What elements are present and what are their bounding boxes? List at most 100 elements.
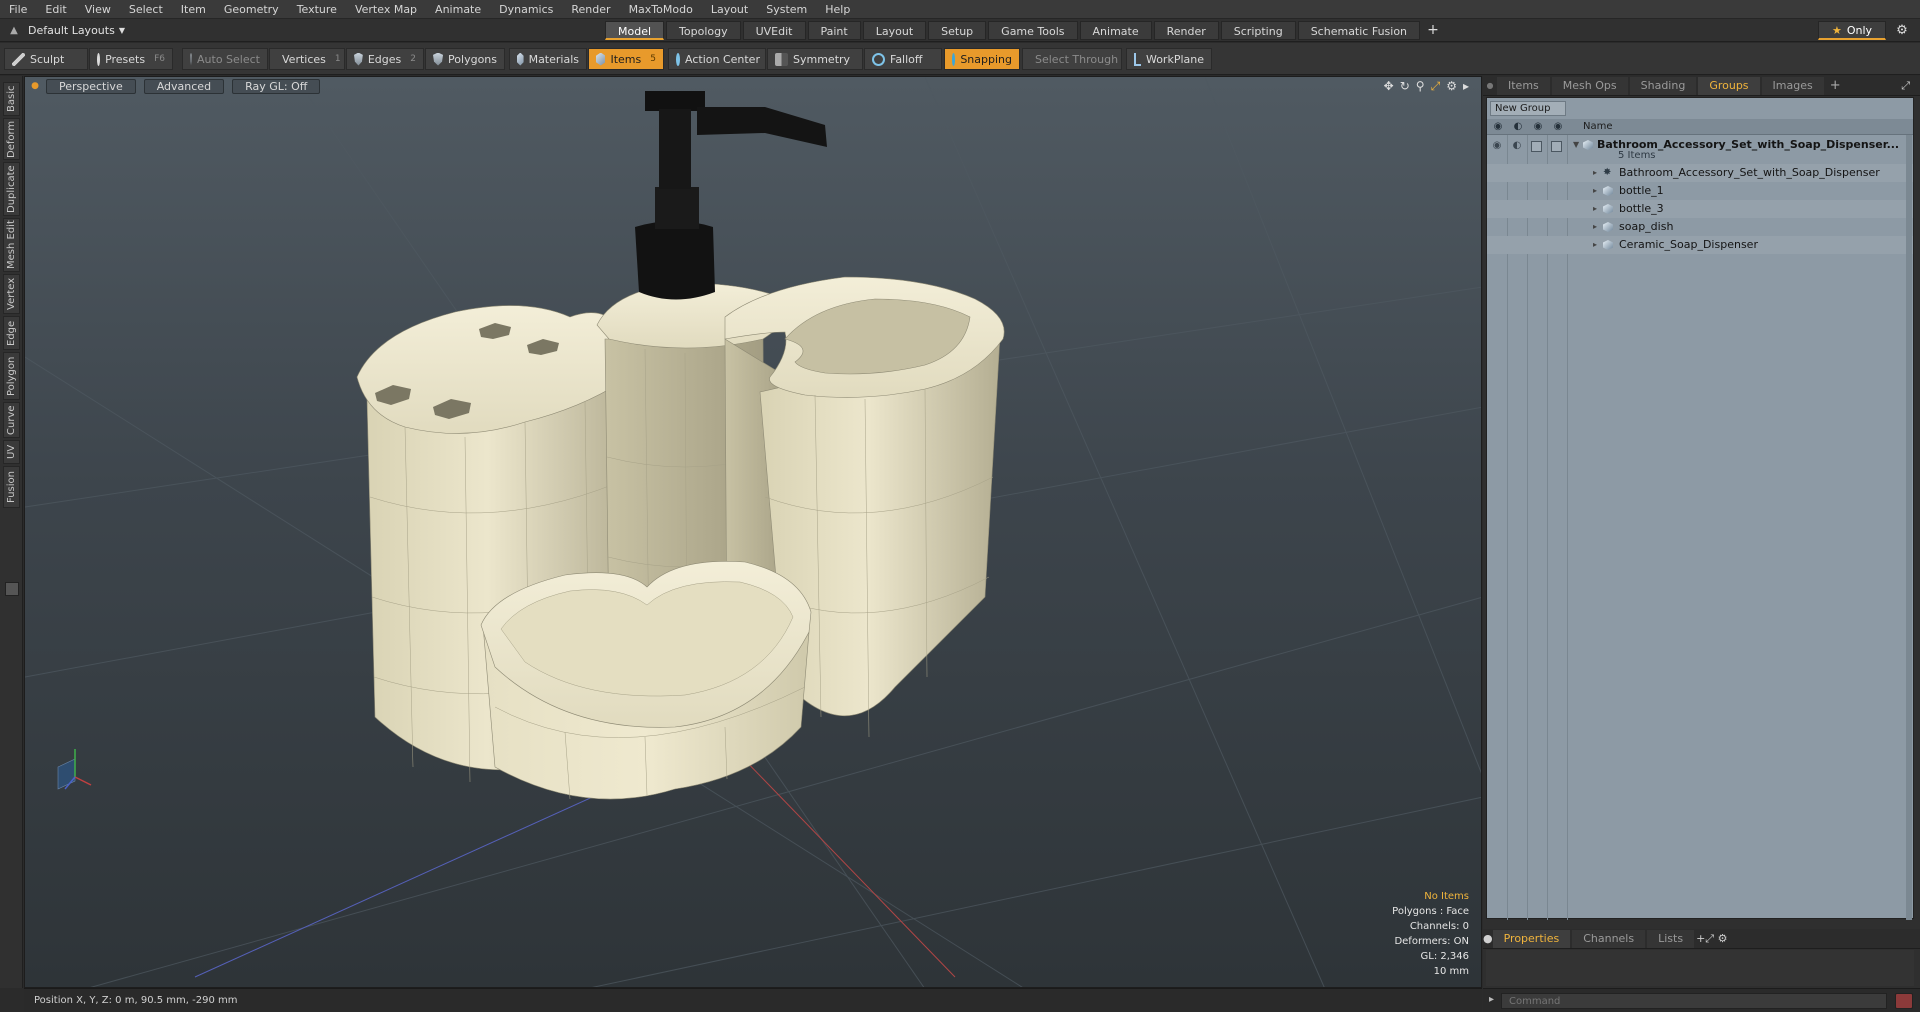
tab-topology[interactable]: Topology (666, 21, 741, 40)
menu-animate[interactable]: Animate (426, 0, 490, 19)
tab-scripting[interactable]: Scripting (1220, 21, 1296, 40)
add-properties-tab-icon[interactable]: + (1696, 932, 1705, 945)
menu-render[interactable]: Render (562, 0, 619, 19)
menu-dynamics[interactable]: Dynamics (490, 0, 562, 19)
tab-groups[interactable]: Groups (1698, 76, 1760, 95)
list-item[interactable]: ▸ bottle_1 (1487, 182, 1913, 200)
tab-deform[interactable]: Deform (3, 118, 20, 160)
add-panel-tab-icon[interactable]: + (1830, 78, 1841, 93)
properties-menu-icon[interactable]: ● (1483, 932, 1493, 945)
workplane-button[interactable]: WorkPlane (1126, 48, 1212, 70)
sculpt-button[interactable]: Sculpt (4, 48, 88, 70)
only-toggle-button[interactable]: ★ Only (1818, 21, 1886, 40)
tab-fusion[interactable]: Fusion (3, 466, 20, 508)
tab-render[interactable]: Render (1153, 21, 1219, 40)
tab-uvedit[interactable]: UVEdit (742, 21, 806, 40)
menu-view[interactable]: View (76, 0, 120, 19)
layout-collapse-icon[interactable]: ▲ (0, 25, 28, 36)
new-group-button[interactable]: New Group (1490, 101, 1566, 116)
expand-item-icon[interactable]: ▸ (1593, 164, 1597, 182)
render-header-icon[interactable]: ◐ (1511, 119, 1525, 135)
name-column-header[interactable]: Name (1583, 119, 1613, 135)
tab-model[interactable]: Model (605, 21, 665, 40)
tab-duplicate[interactable]: Duplicate (3, 162, 20, 216)
layout-selector[interactable]: ▲ Default Layouts ▼ (0, 19, 125, 42)
tab-images[interactable]: Images (1761, 76, 1824, 95)
menu-geometry[interactable]: Geometry (215, 0, 288, 19)
strip-expand-icon[interactable] (5, 582, 19, 596)
menu-edit[interactable]: Edit (36, 0, 75, 19)
tab-curve[interactable]: Curve (3, 402, 20, 438)
select-checkbox[interactable] (1551, 141, 1562, 152)
tab-uv[interactable]: UV (3, 440, 20, 464)
tab-basic[interactable]: Basic (3, 82, 20, 116)
tab-animate[interactable]: Animate (1079, 21, 1152, 40)
tab-polygon[interactable]: Polygon (3, 352, 20, 400)
lock-checkbox[interactable] (1531, 141, 1542, 152)
tab-layout[interactable]: Layout (862, 21, 927, 40)
group-row[interactable]: ◉ ◐ ▼ Bathroom_Accessory_Set_with_Soap_D… (1487, 136, 1913, 164)
command-history-icon[interactable]: ▸ (1489, 994, 1494, 1005)
command-run-button[interactable] (1895, 993, 1913, 1009)
soap-dish[interactable] (480, 561, 812, 800)
list-scrollbar[interactable] (1906, 135, 1912, 920)
scene-render[interactable] (25, 77, 1482, 988)
tab-mesh-ops[interactable]: Mesh Ops (1551, 76, 1628, 95)
add-tab-icon[interactable]: + (1422, 21, 1444, 40)
menu-help[interactable]: Help (816, 0, 859, 19)
expand-item-icon[interactable]: ▸ (1593, 218, 1597, 236)
expand-icon[interactable]: ⤢ (1901, 79, 1910, 93)
properties-expand-icon[interactable]: ⤢ ⚙ (1705, 932, 1727, 946)
menu-file[interactable]: File (0, 0, 36, 19)
menu-item[interactable]: Item (172, 0, 215, 19)
render-icon[interactable]: ◐ (1511, 140, 1523, 152)
shading-mode-button[interactable]: Advanced (143, 78, 225, 94)
lock-header-icon[interactable]: ◉ (1531, 119, 1545, 135)
vertices-button[interactable]: Vertices 1 (269, 48, 345, 70)
tab-lists[interactable]: Lists (1647, 929, 1695, 948)
presets-button[interactable]: Presets F6 (89, 48, 173, 70)
items-button[interactable]: Items 5 (588, 48, 664, 70)
tab-items[interactable]: Items (1497, 76, 1550, 95)
list-item[interactable]: ▸ bottle_3 (1487, 200, 1913, 218)
menu-select[interactable]: Select (120, 0, 172, 19)
viewport-settings-icon[interactable]: ⚙ (1446, 79, 1457, 94)
tab-properties[interactable]: Properties (1492, 929, 1571, 948)
symmetry-button[interactable]: Symmetry (767, 48, 863, 70)
rotate-icon[interactable]: ↻ (1400, 79, 1410, 94)
menu-layout[interactable]: Layout (702, 0, 757, 19)
edges-button[interactable]: Edges 2 (346, 48, 424, 70)
command-input[interactable] (1501, 993, 1887, 1009)
collapse-icon[interactable]: ▼ (1573, 136, 1579, 154)
list-item[interactable]: ▸ soap_dish (1487, 218, 1913, 236)
viewport-expand-icon[interactable]: ▸ (1463, 79, 1469, 94)
eye-icon[interactable]: ◉ (1491, 140, 1503, 152)
panel-menu-icon[interactable]: ● (1483, 81, 1497, 90)
expand-item-icon[interactable]: ▸ (1593, 182, 1597, 200)
view-type-button[interactable]: Perspective (46, 78, 136, 94)
menu-system[interactable]: System (757, 0, 816, 19)
tab-setup[interactable]: Setup (928, 21, 987, 40)
auto-select-button[interactable]: Auto Select (182, 48, 268, 70)
tab-vertex[interactable]: Vertex (3, 274, 20, 314)
tab-game-tools[interactable]: Game Tools (988, 21, 1078, 40)
viewport-menu-icon[interactable]: ● (28, 79, 42, 93)
menu-maxtomodo[interactable]: MaxToModo (620, 0, 702, 19)
tab-shading[interactable]: Shading (1629, 76, 1697, 95)
expand-item-icon[interactable]: ▸ (1593, 236, 1597, 254)
tab-mesh-edit[interactable]: Mesh Edit (3, 218, 20, 272)
list-item[interactable]: ▸ ✸ Bathroom_Accessory_Set_with_Soap_Dis… (1487, 164, 1913, 182)
visibility-header-icon[interactable]: ◉ (1491, 119, 1505, 135)
tab-paint[interactable]: Paint (807, 21, 861, 40)
3d-viewport[interactable]: ● Perspective Advanced Ray GL: Off ✥ ↻ ⚲… (24, 76, 1482, 988)
tab-schematic-fusion[interactable]: Schematic Fusion (1297, 21, 1421, 40)
gear-icon[interactable]: ⚙ (1892, 21, 1912, 40)
raygl-toggle-button[interactable]: Ray GL: Off (232, 78, 321, 94)
menu-vertex-map[interactable]: Vertex Map (346, 0, 426, 19)
materials-button[interactable]: Materials (509, 48, 587, 70)
snapping-button[interactable]: Snapping (944, 48, 1020, 70)
menu-texture[interactable]: Texture (288, 0, 346, 19)
pan-icon[interactable]: ✥ (1384, 79, 1394, 94)
falloff-button[interactable]: Falloff (864, 48, 942, 70)
polygons-button[interactable]: Polygons (425, 48, 505, 70)
